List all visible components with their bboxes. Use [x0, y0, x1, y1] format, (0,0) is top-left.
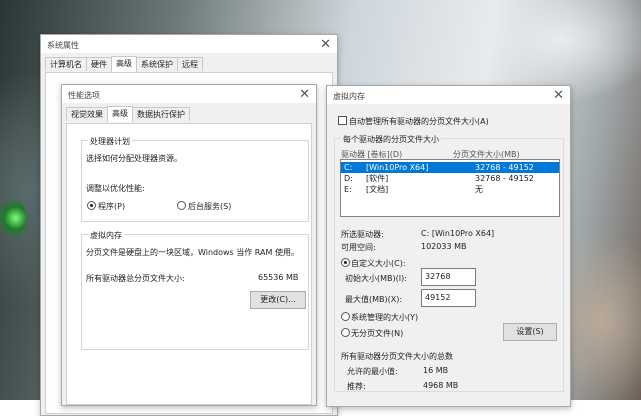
tab-remote[interactable]: 远程 [177, 57, 203, 71]
tab-visual-effects[interactable]: 视觉效果 [66, 107, 108, 121]
tab-computer-name[interactable]: 计算机名 [45, 57, 87, 71]
initial-size-input[interactable]: 32768 [421, 268, 476, 286]
selected-drive-label: 所选驱动器: [341, 230, 384, 239]
drive-label: [软件] [366, 174, 389, 183]
drive-letter: E: [344, 185, 352, 194]
auto-manage-checkbox[interactable] [338, 116, 347, 125]
performance-panel: 处理器计划 选择如何分配处理器资源。 调整以优化性能: 程序(P) 后台服务(S… [66, 123, 312, 405]
total-group-title: 所有驱动器分页文件大小的总数 [341, 352, 453, 361]
performance-tabs: 视觉效果 高级 数据执行保护 [66, 106, 190, 122]
drive-row[interactable]: C: [Win10Pro X64] 32768 - 49152 [341, 162, 559, 173]
tab-advanced[interactable]: 高级 [107, 106, 133, 122]
system-properties-tabs: 计算机名 硬件 高级 系统保护 远程 [45, 56, 203, 72]
drive-label: [Win10Pro X64] [366, 163, 429, 172]
recommended-label: 推荐: [347, 382, 366, 391]
selected-drive-value: C: [Win10Pro X64] [421, 229, 495, 238]
virtual-memory-group: 虚拟内存 分页文件是硬盘上的一块区域，Windows 当作 RAM 使用。 所有… [81, 230, 309, 350]
change-button[interactable]: 更改(C)... [250, 291, 306, 309]
group-title: 每个驱动器的分页文件大小 [341, 134, 441, 145]
auto-manage-label[interactable]: 自动管理所有驱动器的分页文件大小(A) [349, 116, 489, 127]
available-space-label: 可用空间: [341, 243, 376, 252]
group-title: 处理器计划 [88, 136, 132, 147]
system-managed-label[interactable]: 系统管理的大小(Y) [351, 312, 418, 323]
drive-row[interactable]: E: [文档] 无 [341, 184, 559, 195]
services-radio[interactable] [177, 201, 186, 210]
close-icon[interactable]: ✕ [299, 87, 310, 102]
close-icon[interactable]: ✕ [553, 88, 564, 103]
sched-description: 选择如何分配处理器资源。 [86, 154, 182, 163]
no-paging-radio[interactable] [341, 328, 350, 337]
virtual-memory-window: 虚拟内存 ✕ 自动管理所有驱动器的分页文件大小(A) 每个驱动器的分页文件大小 … [326, 85, 571, 407]
max-size-input[interactable]: 49152 [421, 289, 476, 307]
set-button[interactable]: 设置(S) [503, 323, 557, 341]
window-title: 虚拟内存 [333, 92, 365, 101]
vm-total-value: 65536 MB [258, 273, 299, 282]
window-title: 系统属性 [47, 41, 79, 50]
programs-label[interactable]: 程序(P) [98, 201, 125, 212]
custom-size-radio[interactable] [341, 258, 350, 267]
drive-letter: C: [344, 163, 353, 172]
performance-options-window: 性能选项 ✕ 视觉效果 高级 数据执行保护 处理器计划 选择如何分配处理器资源。… [61, 84, 317, 406]
min-allowed-value: 16 MB [423, 366, 449, 375]
group-title: 虚拟内存 [88, 230, 124, 241]
drive-size: 32768 - 49152 [475, 163, 534, 172]
initial-size-label: 初始大小(MB)(I): [345, 274, 407, 283]
tab-hardware[interactable]: 硬件 [86, 57, 112, 71]
window-title: 性能选项 [68, 91, 100, 100]
drive-row[interactable]: D: [软件] 32768 - 49152 [341, 173, 559, 184]
close-icon[interactable]: ✕ [320, 37, 331, 52]
drive-label: [文档] [366, 185, 389, 194]
tab-dep[interactable]: 数据执行保护 [132, 107, 190, 121]
drive-letter: D: [344, 174, 353, 183]
programs-radio[interactable] [87, 201, 96, 210]
wallpaper-eye [0, 198, 26, 238]
performance-options-titlebar[interactable]: 性能选项 ✕ [62, 85, 316, 103]
processor-scheduling-group: 处理器计划 选择如何分配处理器资源。 调整以优化性能: 程序(P) 后台服务(S… [81, 136, 309, 222]
per-drive-group: 每个驱动器的分页文件大小 驱动器 [卷标](D) 分页文件大小(MB) C: [… [334, 134, 564, 392]
vm-total-label: 所有驱动器总分页文件大小: [86, 274, 185, 283]
tab-advanced[interactable]: 高级 [111, 56, 137, 72]
recommended-value: 4968 MB [423, 381, 459, 390]
custom-size-label[interactable]: 自定义大小(C): [351, 258, 406, 269]
adjust-label: 调整以优化性能: [86, 184, 145, 193]
system-properties-titlebar[interactable]: 系统属性 ✕ [41, 35, 337, 53]
virtual-memory-titlebar[interactable]: 虚拟内存 ✕ [327, 86, 570, 104]
tab-system-protection[interactable]: 系统保护 [136, 57, 178, 71]
no-paging-label[interactable]: 无分页文件(N) [351, 328, 403, 339]
drive-list[interactable]: C: [Win10Pro X64] 32768 - 49152 D: [软件] … [340, 159, 560, 217]
drive-size: 无 [475, 185, 483, 194]
drive-size: 32768 - 49152 [475, 174, 534, 183]
vm-description: 分页文件是硬盘上的一块区域，Windows 当作 RAM 使用。 [86, 248, 299, 257]
system-managed-radio[interactable] [341, 312, 350, 321]
min-allowed-label: 允许的最小值: [347, 367, 398, 376]
services-label[interactable]: 后台服务(S) [188, 201, 231, 212]
max-size-label: 最大值(MB)(X): [345, 295, 403, 304]
available-space-value: 102033 MB [421, 242, 467, 251]
